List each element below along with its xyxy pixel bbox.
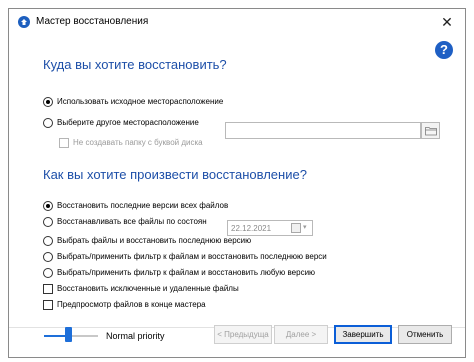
back-button[interactable]: < Предыдуща: [214, 325, 272, 344]
option-label: Восстанавливать все файлы по состоян: [57, 217, 207, 226]
radio-button[interactable]: [43, 97, 53, 107]
checkbox[interactable]: [43, 300, 53, 310]
radio-button[interactable]: [43, 118, 53, 128]
radio-button[interactable]: [43, 236, 53, 246]
help-icon[interactable]: ?: [435, 41, 453, 59]
app-icon: [18, 16, 30, 28]
option-label: Не создавать папку с буквой диска: [73, 138, 203, 147]
radio-button[interactable]: [43, 252, 53, 262]
option-label: Выберите другое месторасположение: [57, 118, 199, 127]
close-icon[interactable]: ✕: [437, 13, 457, 31]
radio-button[interactable]: [43, 268, 53, 278]
option-label: Выбрать/применить фильтр к файлам и восс…: [57, 268, 316, 277]
location-path-input[interactable]: [225, 122, 421, 139]
calendar-icon[interactable]: [291, 223, 301, 233]
option-label: Восстановить исключенные и удаленные фай…: [57, 284, 239, 293]
browse-folder-button[interactable]: [421, 122, 440, 139]
folder-icon: [425, 127, 437, 136]
location-heading: Куда вы хотите восстановить?: [43, 57, 227, 72]
restore-date-picker[interactable]: 22.12.2021 ▾: [227, 220, 313, 236]
priority-label: Normal priority: [106, 331, 165, 341]
checkbox[interactable]: [43, 284, 53, 294]
priority-slider-thumb[interactable]: [65, 327, 73, 342]
option-label: Использовать исходное месторасположение: [57, 97, 224, 106]
option-label: Предпросмотр файлов в конце мастера: [57, 300, 206, 309]
next-button[interactable]: Далее >: [274, 325, 328, 344]
title-bar: Мастер восстановления ✕: [9, 9, 465, 35]
option-label: Выбрать/применить фильтр к файлам и восс…: [57, 252, 327, 261]
option-label: Восстановить последние версии всех файло…: [57, 201, 229, 210]
restore-method-heading: Как вы хотите произвести восстановление?: [43, 167, 307, 182]
window-title: Мастер восстановления: [36, 16, 149, 27]
date-value: 22.12.2021: [231, 224, 272, 233]
restore-wizard-window: Мастер восстановления ✕ ? Куда вы хотите…: [8, 8, 466, 358]
radio-button[interactable]: [43, 201, 53, 211]
finish-button[interactable]: Завершить: [334, 325, 392, 344]
chevron-down-icon[interactable]: ▾: [303, 223, 307, 231]
checkbox[interactable]: [59, 138, 69, 148]
option-label: Выбрать файлы и восстановить последнюю в…: [57, 236, 252, 245]
radio-button[interactable]: [43, 217, 53, 227]
cancel-button[interactable]: Отменить: [398, 325, 452, 344]
